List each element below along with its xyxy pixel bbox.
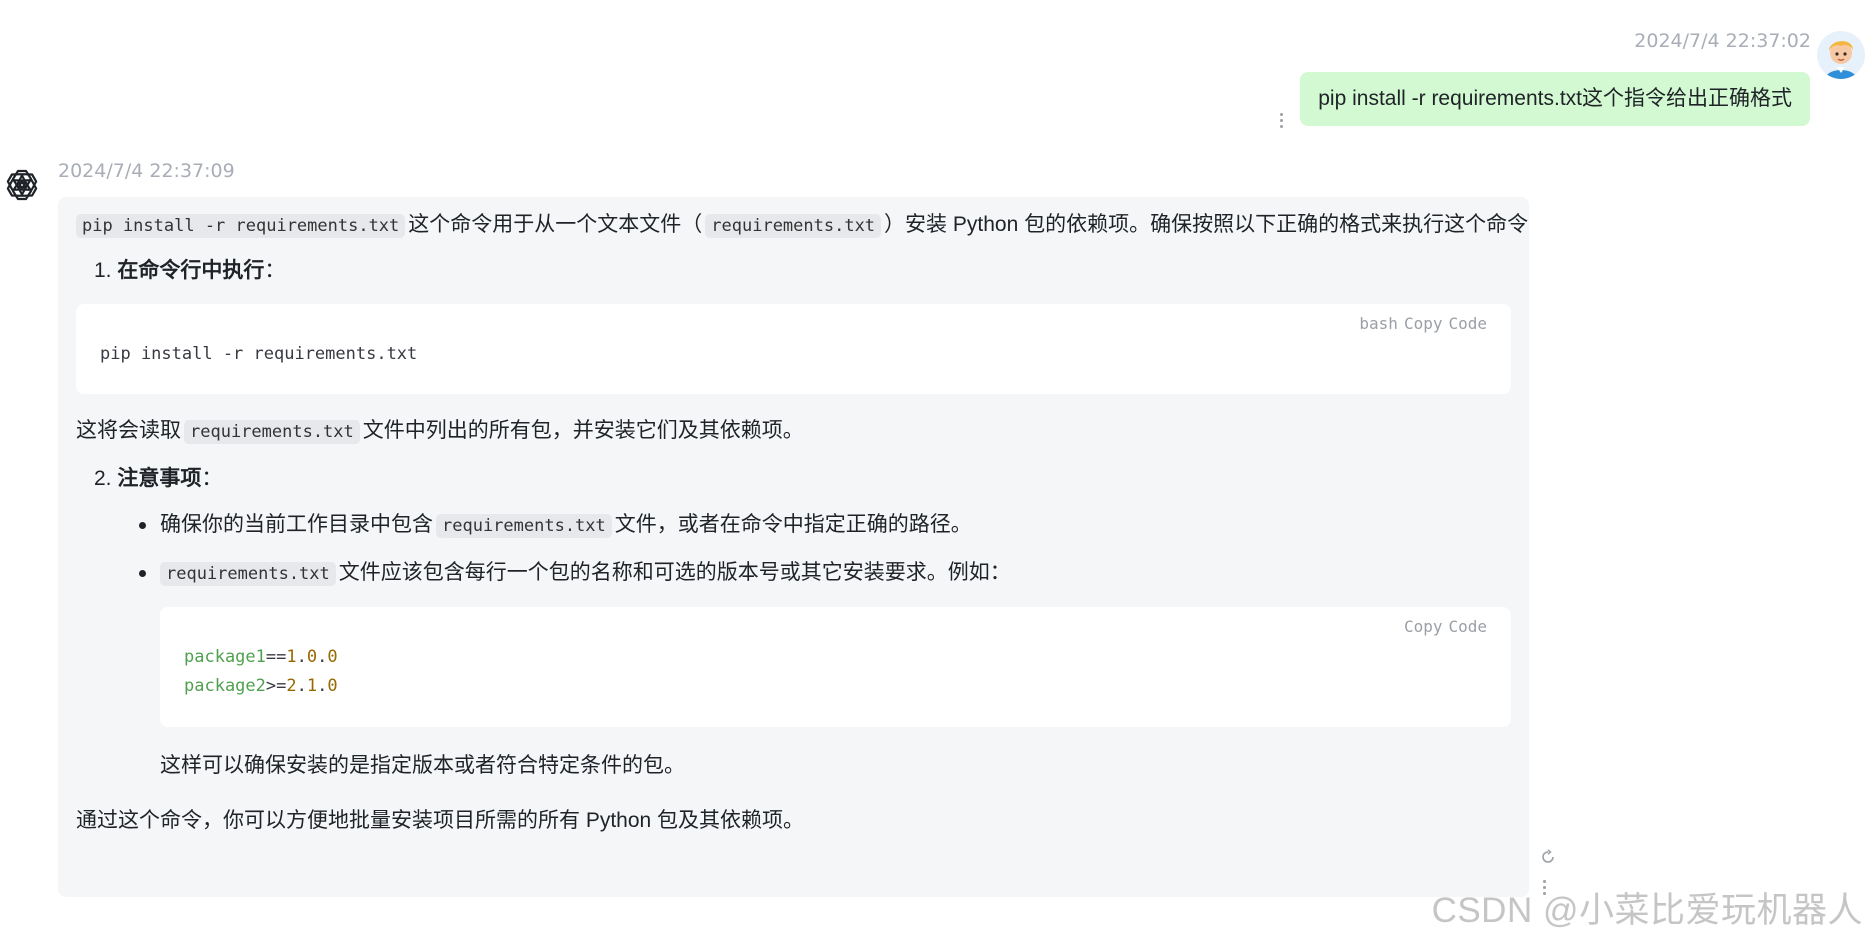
- bullet-item-2: requirements.txt 文件应该包含每行一个包的名称和可选的版本号或其它…: [139, 559, 1511, 588]
- openai-logo-icon: [1, 164, 43, 206]
- intro-text-2: ）安装 Python 包的依赖项。确保按照以下正确的格式来执行这个命令：: [884, 213, 1529, 236]
- refresh-icon[interactable]: [1539, 848, 1557, 866]
- paragraph-text: 文件中列出的所有包，并安装它们及其依赖项。: [362, 419, 804, 442]
- code-token-dot: .: [296, 676, 307, 696]
- intro-text-1: 这个命令用于从一个文本文件（: [408, 213, 703, 236]
- code-token-number: 1: [286, 647, 297, 667]
- bullet-item-1: 确保你的当前工作目录中包含 requirements.txt 文件，或者在命令中指定…: [139, 511, 1511, 540]
- inline-code: pip install -r requirements.txt: [76, 214, 406, 238]
- code-line: package1==1.0.0: [184, 643, 1487, 672]
- step-suffix: ：: [201, 467, 223, 490]
- code-token-dot: .: [296, 647, 307, 667]
- code-token-name: package1: [184, 647, 266, 667]
- assistant-message-timestamp: 2024/7/4 22:37:09: [58, 160, 235, 182]
- code-line: package2>=2.1.0: [184, 672, 1487, 701]
- code-token-operator: ==: [265, 647, 287, 667]
- code-toolbar: Copy Code: [1398, 617, 1487, 636]
- code-token-number: 0: [327, 676, 338, 696]
- code-token-dot: .: [317, 676, 328, 696]
- after-code-2-paragraph: 这样可以确保安装的是指定版本或者符合特定条件的包。: [160, 754, 685, 777]
- code-language-label: bash: [1359, 314, 1398, 333]
- code-token-dot: .: [317, 647, 328, 667]
- assistant-message-bubble: pip install -r requirements.txt 这个命令用于从一个…: [58, 197, 1529, 897]
- list-number: 2.: [94, 467, 112, 490]
- code-token-number: 0: [306, 647, 318, 667]
- list-number: 1.: [94, 259, 112, 282]
- code-block-requirements: Copy Code package1==1.0.0 package2>=2.1.0: [160, 607, 1511, 727]
- step-title: 在命令行中执行: [117, 259, 265, 282]
- code-button[interactable]: Code: [1448, 617, 1487, 636]
- list-item-step-1: 1. 在命令行中执行：: [94, 257, 1511, 285]
- code-block-bash: bash Copy Code pip install -r requirements…: [76, 304, 1511, 394]
- step-title: 注意事项: [117, 467, 202, 490]
- code-token-operator: >=: [265, 676, 287, 696]
- copy-button[interactable]: Copy: [1404, 314, 1443, 333]
- bullet-text: 文件，或者在命令中指定正确的路径。: [614, 513, 972, 536]
- step-suffix: ：: [264, 259, 286, 282]
- code-token-number: 0: [327, 647, 338, 667]
- list-item-step-2: 2. 注意事项：: [94, 465, 1511, 493]
- inline-code: requirements.txt: [705, 214, 882, 238]
- conclusion-paragraph: 通过这个命令，你可以方便地批量安装项目所需的所有 Python 包及其依赖项。: [76, 809, 805, 832]
- code-toolbar: bash Copy Code: [1353, 314, 1487, 333]
- code-token-number: 1: [306, 676, 318, 696]
- copy-button[interactable]: Copy: [1404, 617, 1443, 636]
- user-message-bubble: pip install -r requirements.txt这个指令给出正确格…: [1300, 72, 1810, 126]
- inline-code: requirements.txt: [184, 420, 360, 444]
- paragraph-text: 这将会读取: [76, 419, 181, 442]
- code-token-name: package2: [184, 676, 266, 696]
- inline-code: requirements.txt: [436, 514, 612, 538]
- after-code-paragraph: 这将会读取 requirements.txt 文件中列出的所有包，并安装它们及其依赖…: [76, 417, 1511, 446]
- cartoon-avatar-icon[interactable]: [1817, 31, 1865, 79]
- code-token-number: 2: [286, 676, 297, 696]
- inline-code: requirements.txt: [160, 562, 336, 586]
- code-button[interactable]: Code: [1448, 314, 1487, 333]
- bullet-text: 文件应该包含每行一个包的名称和可选的版本号或其它安装要求。例如：: [338, 561, 1011, 584]
- intro-paragraph: pip install -r requirements.txt 这个命令用于从一个…: [76, 211, 1529, 240]
- user-message-more-icon[interactable]: [1274, 109, 1288, 131]
- user-message-timestamp: 2024/7/4 22:37:02: [1634, 30, 1811, 52]
- watermark: CSDN @小菜比爱玩机器人: [1431, 891, 1863, 930]
- user-message-row: pip install -r requirements.txt这个指令给出正确格…: [1274, 67, 1810, 131]
- chat-page: 2024/7/4 22:37:02 pip install -r require…: [0, 0, 1867, 937]
- code-line: pip install -r requirements.txt: [100, 344, 418, 364]
- bullet-text: 确保你的当前工作目录中包含: [160, 513, 433, 536]
